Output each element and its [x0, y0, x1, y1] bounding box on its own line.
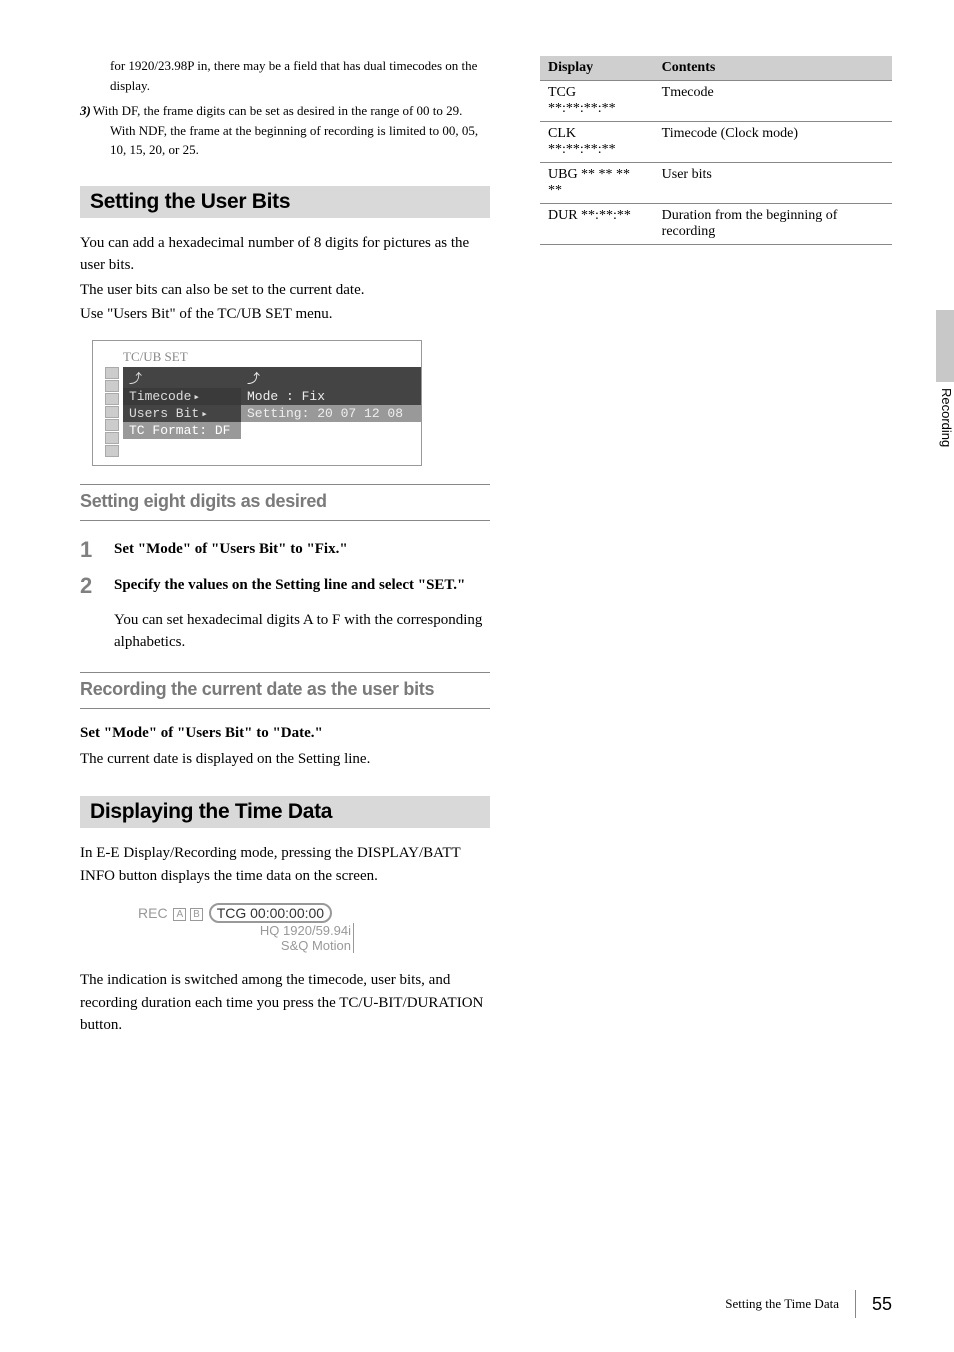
- date-paragraph: The current date is displayed on the Set…: [80, 748, 490, 771]
- cell-contents: User bits: [654, 163, 892, 204]
- footer-page-number: 55: [872, 1294, 892, 1315]
- date-bold-instruction: Set "Mode" of "Users Bit" to "Date.": [80, 725, 490, 742]
- menu-icon-6: [105, 432, 119, 444]
- section-setting-user-bits: Setting the User Bits: [80, 186, 490, 218]
- table-row: DUR **:**:** Duration from the beginning…: [540, 204, 892, 245]
- cell-display: TCG **:**:**:**: [540, 81, 654, 122]
- footer-divider: [855, 1290, 856, 1318]
- th-contents: Contents: [654, 56, 892, 81]
- tcub-menu-screenshot: TC/UB SET ⤴ Timec: [92, 340, 422, 466]
- th-display: Display: [540, 56, 654, 81]
- step-2-extra: You can set hexadecimal digits A to F wi…: [114, 609, 490, 654]
- menu-icon-3: [105, 393, 119, 405]
- rec-tcg-value: TCG 00:00:00:00: [209, 903, 332, 923]
- step-1-number: 1: [80, 537, 114, 563]
- rec-slot-a: A: [173, 908, 186, 921]
- side-tab-bar: [936, 310, 954, 382]
- menu-icon-1: [105, 367, 119, 379]
- dt-paragraph-2: The indication is switched among the tim…: [80, 969, 490, 1037]
- menu-right-back: ⤴: [241, 367, 421, 388]
- chevron-right-icon: ▸: [193, 392, 200, 404]
- cell-display: UBG ** ** ** **: [540, 163, 654, 204]
- menu-row-back: ⤴: [123, 367, 241, 388]
- footnote-dual-timecode: for 1920/23.98P in, there may be a field…: [110, 56, 490, 95]
- cell-display: CLK **:**:**:**: [540, 122, 654, 163]
- rec-sub-2: S&Q Motion: [138, 938, 354, 953]
- step-2-text: Specify the values on the Setting line a…: [114, 577, 465, 599]
- menu-title: TC/UB SET: [123, 349, 421, 365]
- menu-row-users-bit: Users Bit▸: [123, 405, 241, 422]
- section-displaying-time-data: Displaying the Time Data: [80, 796, 490, 828]
- table-row: UBG ** ** ** ** User bits: [540, 163, 892, 204]
- menu-right-mode: Mode : Fix: [241, 388, 421, 405]
- item3-label: 3): [80, 103, 91, 118]
- dt-paragraph-1: In E-E Display/Recording mode, pressing …: [80, 842, 490, 887]
- footer-section-title: Setting the Time Data: [725, 1296, 839, 1312]
- menu-icon-7: [105, 445, 119, 457]
- ub-paragraph-2: The user bits can also be set to the cur…: [80, 279, 490, 302]
- page-footer: Setting the Time Data 55: [725, 1290, 892, 1318]
- side-tab-recording: Recording: [939, 388, 954, 447]
- chevron-right-icon: ▸: [201, 409, 208, 421]
- step-1-text: Set "Mode" of "Users Bit" to "Fix.": [114, 541, 348, 563]
- table-row: CLK **:**:**:** Timecode (Clock mode): [540, 122, 892, 163]
- ub-paragraph-3: Use "Users Bit" of the TC/UB SET menu.: [80, 303, 490, 326]
- cell-contents: Timecode (Clock mode): [654, 122, 892, 163]
- menu-row-timecode: Timecode▸: [123, 388, 241, 405]
- subsection-eight-digits: Setting eight digits as desired: [80, 484, 490, 521]
- menu-sidebar-icons: [105, 367, 123, 457]
- menu-right-setting: Setting: 20 07 12 08: [241, 405, 421, 422]
- footnote-item-3: 3)With DF, the frame digits can be set a…: [80, 101, 490, 160]
- menu-row-tc-format: TC Format: DF: [123, 422, 241, 439]
- menu-icon-2: [105, 380, 119, 392]
- menu-icon-5: [105, 419, 119, 431]
- menu-icon-4: [105, 406, 119, 418]
- rec-slot-b: B: [190, 908, 203, 921]
- item3-line1: With DF, the frame digits can be set as …: [93, 103, 463, 118]
- table-row: TCG **:**:**:** Tmecode: [540, 81, 892, 122]
- rec-display-illustration: REC AB TCG 00:00:00:00 HQ 1920/59.94i S&…: [138, 903, 358, 953]
- cell-contents: Duration from the beginning of recording: [654, 204, 892, 245]
- ub-paragraph-1: You can add a hexadecimal number of 8 di…: [80, 232, 490, 277]
- step-2-number: 2: [80, 573, 114, 599]
- cell-contents: Tmecode: [654, 81, 892, 122]
- item3-line2: With NDF, the frame at the beginning of …: [110, 121, 490, 160]
- rec-label: REC: [138, 905, 168, 921]
- display-contents-table: Display Contents TCG **:**:**:** Tmecode…: [540, 56, 892, 245]
- cell-display: DUR **:**:**: [540, 204, 654, 245]
- rec-sub-1: HQ 1920/59.94i: [138, 923, 354, 938]
- subsection-current-date: Recording the current date as the user b…: [80, 672, 490, 709]
